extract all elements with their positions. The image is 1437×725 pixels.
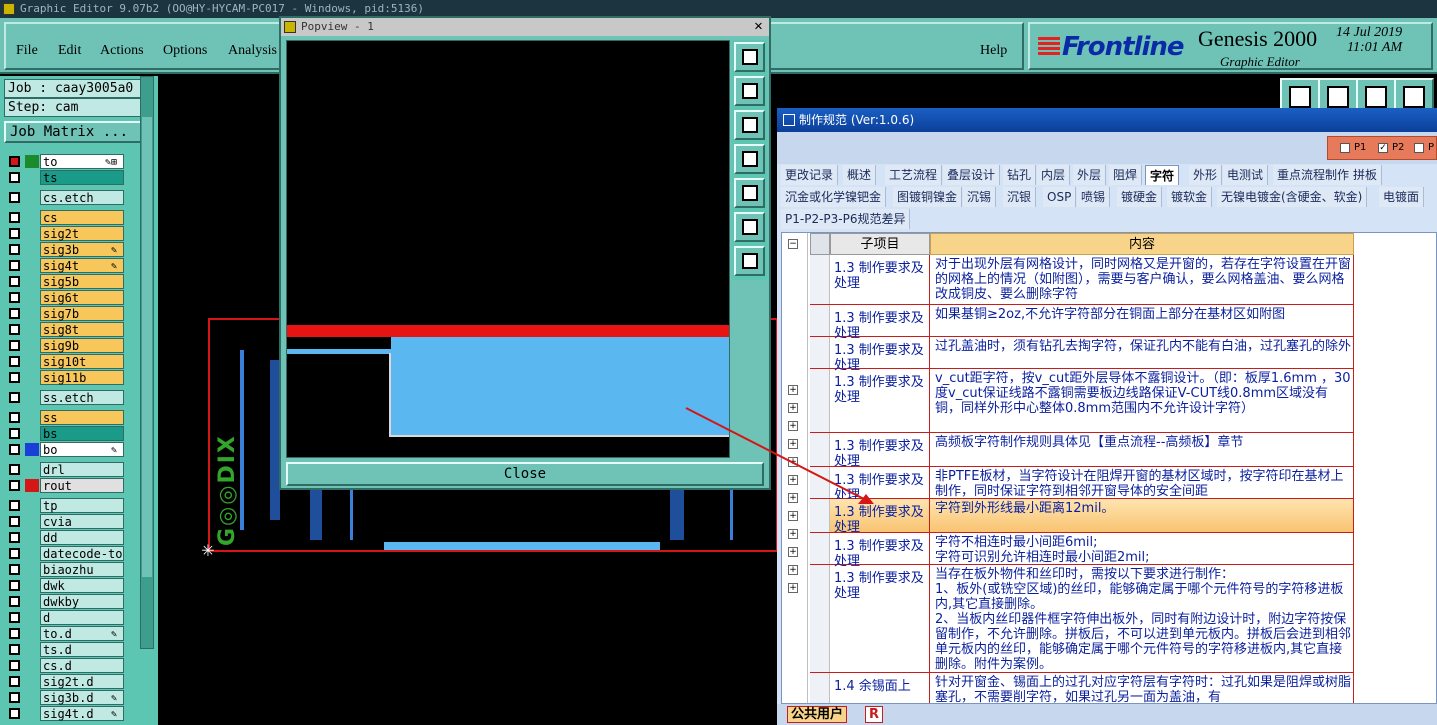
arrow-line (685, 407, 867, 501)
annotation-arrow (685, 407, 874, 504)
desktop: Graphic Editor 9.07b2 (OO@HY-HYCAM-PC017… (0, 0, 1437, 725)
arrow-head-icon (858, 494, 874, 504)
